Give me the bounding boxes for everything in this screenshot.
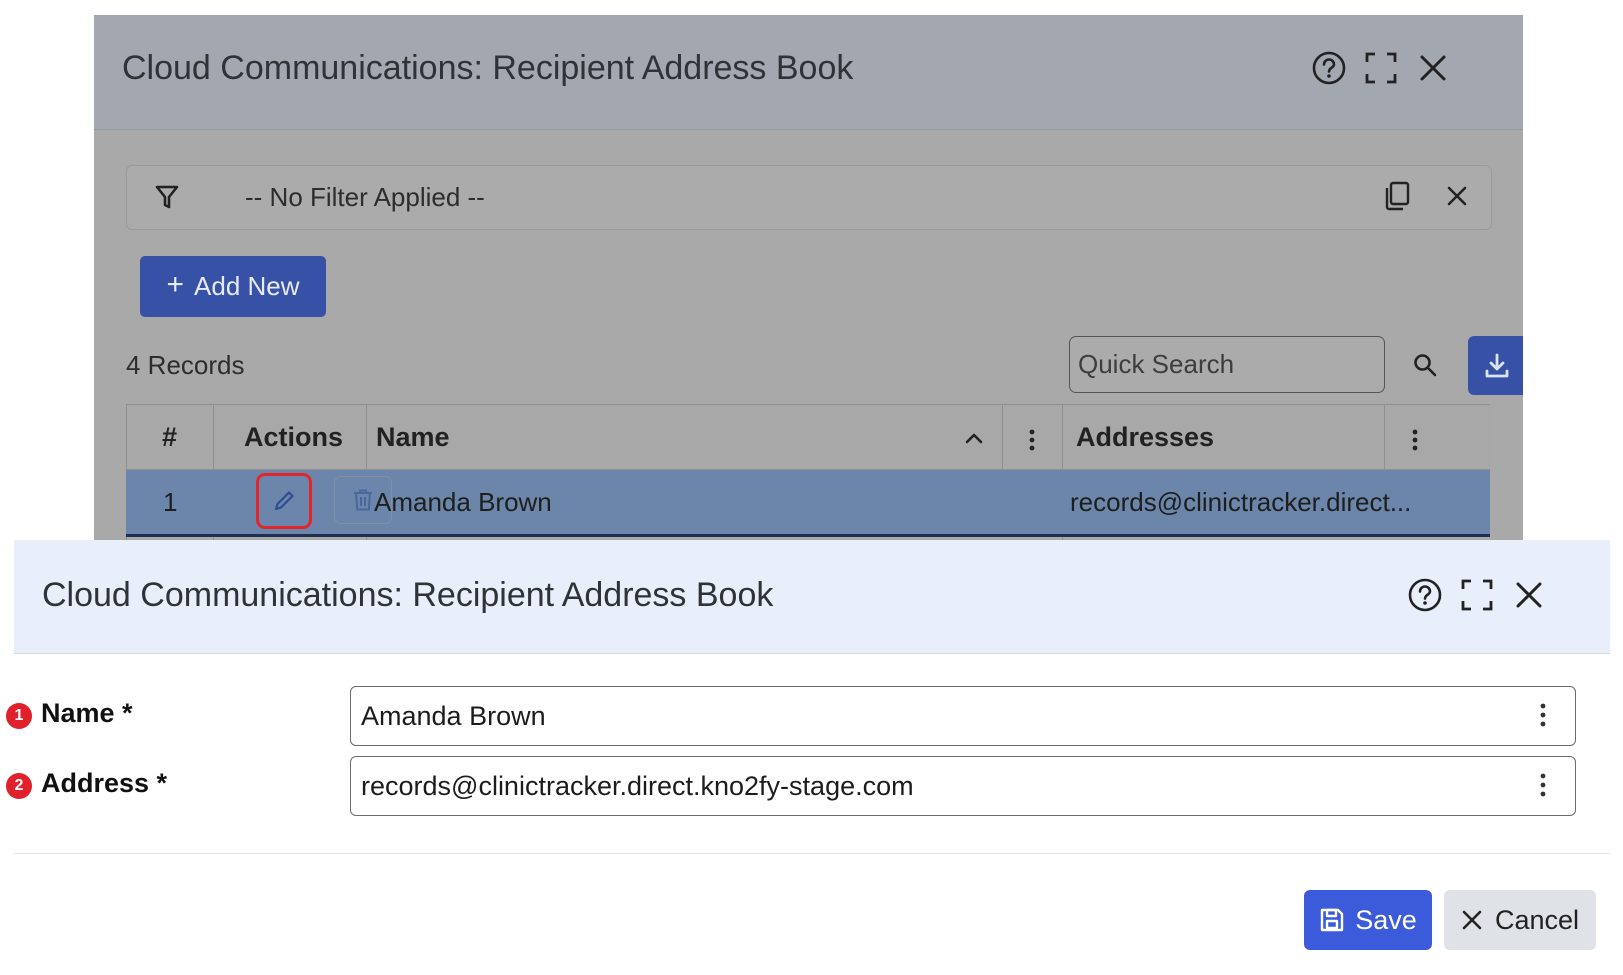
grid-header: # Actions Name Addresses [126,405,1490,470]
dialog-title: Cloud Communications: Recipient Address … [42,576,774,614]
cancel-button[interactable]: Cancel [1444,890,1596,950]
background-window: Cloud Communications: Recipient Address … [94,15,1523,542]
step-badge: 2 [6,773,32,799]
pencil-icon [271,488,297,514]
maximize-icon[interactable] [1362,49,1400,87]
close-icon[interactable] [1510,576,1548,614]
close-icon[interactable] [1414,49,1452,87]
plus-icon: + [166,268,185,301]
table-row[interactable]: 1 Amanda Brown records@clinictracker.dir… [126,470,1490,537]
sort-ascending-icon[interactable] [964,431,984,445]
name-field-row: 1 Name * [6,686,1610,746]
background-window-controls [1310,49,1452,87]
column-header-addresses[interactable]: Addresses [1076,405,1214,469]
download-icon[interactable] [1468,336,1523,395]
clear-filter-icon[interactable] [1445,184,1469,208]
address-field-row: 2 Address * [6,756,1610,816]
grid-divider [1002,405,1003,469]
floppy-disk-icon [1319,907,1345,933]
name-field[interactable] [350,686,1576,746]
address-label: Address * [41,768,168,798]
filter-icon[interactable] [155,184,179,210]
records-grid: # Actions Name Addresses 1 Amanda Brown … [126,404,1490,542]
maximize-icon[interactable] [1458,576,1496,614]
column-header-index[interactable]: # [162,405,177,469]
add-new-button[interactable]: + Add New [140,256,326,317]
search-icon[interactable] [1412,352,1438,378]
dialog-header: Cloud Communications: Recipient Address … [14,540,1610,654]
dialog-controls [1406,576,1548,614]
record-count: 4 Records [126,350,245,380]
cancel-label: Cancel [1494,904,1580,935]
step-badge: 1 [6,703,32,729]
filter-status-text: -- No Filter Applied -- [245,182,485,212]
name-label: Name * [41,698,133,728]
column-header-name[interactable]: Name [376,405,450,469]
copy-icon[interactable] [1382,180,1412,212]
column-header-actions[interactable]: Actions [244,405,343,469]
save-label: Save [1355,904,1417,935]
row-name: Amanda Brown [374,486,552,517]
dialog-divider [14,853,1610,854]
name-column-menu-icon[interactable] [1028,428,1036,452]
background-window-title: Cloud Communications: Recipient Address … [122,49,854,87]
filter-bar: -- No Filter Applied -- [126,165,1492,230]
row-addresses: records@clinictracker.direct... [1070,486,1412,517]
address-field[interactable] [350,756,1576,816]
help-icon[interactable] [1406,576,1444,614]
save-button[interactable]: Save [1304,890,1432,950]
close-icon [1461,909,1483,931]
field-menu-icon[interactable] [1539,771,1547,799]
row-index: 1 [163,486,178,517]
trash-icon [352,488,374,512]
background-window-header: Cloud Communications: Recipient Address … [94,15,1523,130]
field-menu-icon[interactable] [1539,701,1547,729]
quick-search-input[interactable] [1069,336,1385,393]
help-icon[interactable] [1310,49,1348,87]
add-new-label: Add New [194,271,300,301]
edit-recipient-dialog: Cloud Communications: Recipient Address … [6,540,1610,975]
export-button-group [1468,336,1523,395]
grid-divider [1384,405,1385,469]
addresses-column-menu-icon[interactable] [1411,428,1419,452]
edit-button[interactable] [256,473,312,529]
